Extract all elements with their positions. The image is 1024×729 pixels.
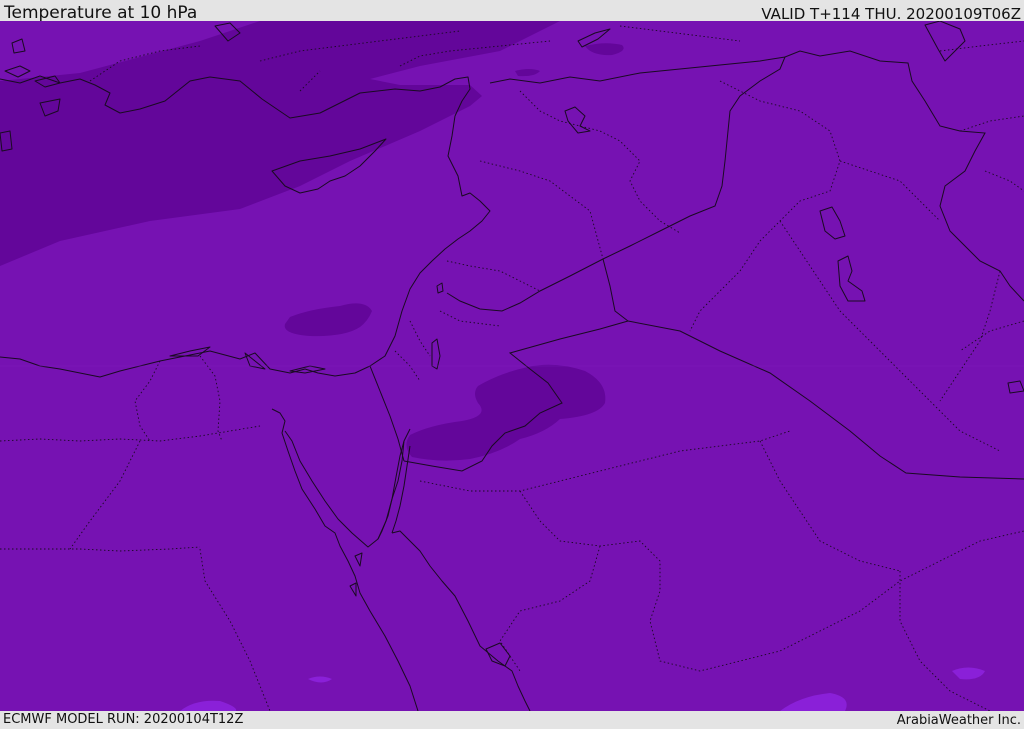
map-canvas [0, 21, 1024, 711]
temperature-map[interactable] [0, 21, 1024, 711]
footer-bar: ECMWF MODEL RUN: 20200104T12Z ArabiaWeat… [0, 711, 1024, 729]
map-title: Temperature at 10 hPa [4, 3, 198, 23]
model-run-label: ECMWF MODEL RUN: 20200104T12Z [3, 712, 244, 727]
header-bar: Temperature at 10 hPa VALID T+114 THU. 2… [0, 0, 1024, 23]
credit-label: ArabiaWeather Inc. [896, 713, 1021, 728]
